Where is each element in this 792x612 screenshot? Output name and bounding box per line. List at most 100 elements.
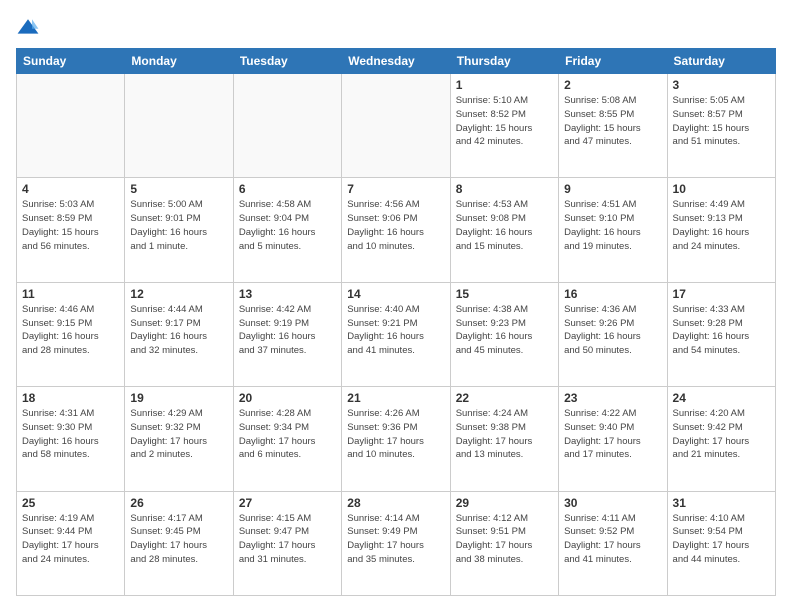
calendar-cell: 17Sunrise: 4:33 AM Sunset: 9:28 PM Dayli… bbox=[667, 282, 775, 386]
day-info: Sunrise: 4:10 AM Sunset: 9:54 PM Dayligh… bbox=[673, 512, 770, 567]
day-number: 18 bbox=[22, 391, 119, 405]
day-number: 11 bbox=[22, 287, 119, 301]
calendar-week-3: 18 Sunrise: 4:31 AM Sunset: 9:30 PM Dayli… bbox=[17, 387, 776, 491]
day-info: Sunrise: 4:46 AM Sunset: 9:15 PM Dayligh… bbox=[22, 303, 119, 358]
calendar-header-tuesday: Tuesday bbox=[233, 49, 341, 74]
day-number: 10 bbox=[673, 182, 770, 196]
calendar-cell: 26 Sunrise: 4:17 AM Sunset: 9:45 PM Dayli… bbox=[125, 491, 233, 595]
calendar-cell: 2 Sunrise: 5:08 AM Sunset: 8:55 PM Daylig… bbox=[559, 74, 667, 178]
calendar-cell bbox=[342, 74, 450, 178]
header bbox=[16, 16, 776, 40]
day-info: Sunrise: 4:51 AM Sunset: 9:10 PM Dayligh… bbox=[564, 198, 661, 253]
calendar-cell: 8 Sunrise: 4:53 AM Sunset: 9:08 PM Daylig… bbox=[450, 178, 558, 282]
calendar-week-1: 4Sunrise: 5:03 AM Sunset: 8:59 PM Daylig… bbox=[17, 178, 776, 282]
calendar-cell: 1 Sunrise: 5:10 AM Sunset: 8:52 PM Daylig… bbox=[450, 74, 558, 178]
calendar-cell: 30 Sunrise: 4:11 AM Sunset: 9:52 PM Dayli… bbox=[559, 491, 667, 595]
calendar-cell: 11 Sunrise: 4:46 AM Sunset: 9:15 PM Dayli… bbox=[17, 282, 125, 386]
calendar-cell bbox=[17, 74, 125, 178]
day-info: Sunrise: 4:56 AM Sunset: 9:06 PM Dayligh… bbox=[347, 198, 444, 253]
day-number: 3 bbox=[673, 78, 770, 92]
day-number: 9 bbox=[564, 182, 661, 196]
calendar-cell: 21 Sunrise: 4:26 AM Sunset: 9:36 PM Dayli… bbox=[342, 387, 450, 491]
day-info: Sunrise: 5:05 AM Sunset: 8:57 PM Dayligh… bbox=[673, 94, 770, 149]
day-number: 24 bbox=[673, 391, 770, 405]
day-number: 16 bbox=[564, 287, 661, 301]
day-number: 13 bbox=[239, 287, 336, 301]
day-info: Sunrise: 4:22 AM Sunset: 9:40 PM Dayligh… bbox=[564, 407, 661, 462]
day-number: 5 bbox=[130, 182, 227, 196]
calendar-cell: 10 Sunrise: 4:49 AM Sunset: 9:13 PM Dayli… bbox=[667, 178, 775, 282]
logo-icon bbox=[16, 16, 40, 40]
day-number: 8 bbox=[456, 182, 553, 196]
calendar-cell: 5 Sunrise: 5:00 AM Sunset: 9:01 PM Daylig… bbox=[125, 178, 233, 282]
day-number: 31 bbox=[673, 496, 770, 510]
day-info: Sunrise: 4:38 AM Sunset: 9:23 PM Dayligh… bbox=[456, 303, 553, 358]
calendar-header-row: SundayMondayTuesdayWednesdayThursdayFrid… bbox=[17, 49, 776, 74]
day-info: Sunrise: 4:53 AM Sunset: 9:08 PM Dayligh… bbox=[456, 198, 553, 253]
calendar-cell: 13 Sunrise: 4:42 AM Sunset: 9:19 PM Dayli… bbox=[233, 282, 341, 386]
calendar-cell: 25Sunrise: 4:19 AM Sunset: 9:44 PM Dayli… bbox=[17, 491, 125, 595]
calendar-cell: 16Sunrise: 4:36 AM Sunset: 9:26 PM Dayli… bbox=[559, 282, 667, 386]
day-number: 23 bbox=[564, 391, 661, 405]
calendar-cell: 29 Sunrise: 4:12 AM Sunset: 9:51 PM Dayli… bbox=[450, 491, 558, 595]
day-number: 25 bbox=[22, 496, 119, 510]
calendar-cell: 20 Sunrise: 4:28 AM Sunset: 9:34 PM Dayli… bbox=[233, 387, 341, 491]
calendar-cell: 6 Sunrise: 4:58 AM Sunset: 9:04 PM Daylig… bbox=[233, 178, 341, 282]
day-info: Sunrise: 4:49 AM Sunset: 9:13 PM Dayligh… bbox=[673, 198, 770, 253]
day-number: 28 bbox=[347, 496, 444, 510]
day-number: 26 bbox=[130, 496, 227, 510]
calendar-cell: 14Sunrise: 4:40 AM Sunset: 9:21 PM Dayli… bbox=[342, 282, 450, 386]
day-info: Sunrise: 4:20 AM Sunset: 9:42 PM Dayligh… bbox=[673, 407, 770, 462]
day-number: 2 bbox=[564, 78, 661, 92]
calendar-cell: 4Sunrise: 5:03 AM Sunset: 8:59 PM Daylig… bbox=[17, 178, 125, 282]
calendar-header-monday: Monday bbox=[125, 49, 233, 74]
calendar-header-friday: Friday bbox=[559, 49, 667, 74]
day-info: Sunrise: 4:26 AM Sunset: 9:36 PM Dayligh… bbox=[347, 407, 444, 462]
calendar-week-0: 1 Sunrise: 5:10 AM Sunset: 8:52 PM Daylig… bbox=[17, 74, 776, 178]
day-info: Sunrise: 4:14 AM Sunset: 9:49 PM Dayligh… bbox=[347, 512, 444, 567]
calendar-cell: 31 Sunrise: 4:10 AM Sunset: 9:54 PM Dayli… bbox=[667, 491, 775, 595]
day-number: 30 bbox=[564, 496, 661, 510]
calendar-cell: 3 Sunrise: 5:05 AM Sunset: 8:57 PM Daylig… bbox=[667, 74, 775, 178]
day-number: 21 bbox=[347, 391, 444, 405]
calendar-cell: 19 Sunrise: 4:29 AM Sunset: 9:32 PM Dayli… bbox=[125, 387, 233, 491]
day-info: Sunrise: 4:28 AM Sunset: 9:34 PM Dayligh… bbox=[239, 407, 336, 462]
day-info: Sunrise: 4:24 AM Sunset: 9:38 PM Dayligh… bbox=[456, 407, 553, 462]
day-number: 1 bbox=[456, 78, 553, 92]
calendar: SundayMondayTuesdayWednesdayThursdayFrid… bbox=[16, 48, 776, 596]
calendar-cell: 22Sunrise: 4:24 AM Sunset: 9:38 PM Dayli… bbox=[450, 387, 558, 491]
day-info: Sunrise: 4:31 AM Sunset: 9:30 PM Dayligh… bbox=[22, 407, 119, 462]
calendar-cell: 23 Sunrise: 4:22 AM Sunset: 9:40 PM Dayli… bbox=[559, 387, 667, 491]
calendar-cell: 15Sunrise: 4:38 AM Sunset: 9:23 PM Dayli… bbox=[450, 282, 558, 386]
day-info: Sunrise: 5:10 AM Sunset: 8:52 PM Dayligh… bbox=[456, 94, 553, 149]
calendar-cell: 18 Sunrise: 4:31 AM Sunset: 9:30 PM Dayli… bbox=[17, 387, 125, 491]
day-number: 27 bbox=[239, 496, 336, 510]
page: SundayMondayTuesdayWednesdayThursdayFrid… bbox=[0, 0, 792, 612]
day-number: 17 bbox=[673, 287, 770, 301]
calendar-cell: 27Sunrise: 4:15 AM Sunset: 9:47 PM Dayli… bbox=[233, 491, 341, 595]
day-number: 12 bbox=[130, 287, 227, 301]
day-number: 20 bbox=[239, 391, 336, 405]
day-number: 29 bbox=[456, 496, 553, 510]
logo bbox=[16, 16, 44, 40]
day-number: 19 bbox=[130, 391, 227, 405]
day-number: 4 bbox=[22, 182, 119, 196]
day-info: Sunrise: 4:29 AM Sunset: 9:32 PM Dayligh… bbox=[130, 407, 227, 462]
day-info: Sunrise: 4:11 AM Sunset: 9:52 PM Dayligh… bbox=[564, 512, 661, 567]
day-number: 6 bbox=[239, 182, 336, 196]
day-info: Sunrise: 5:08 AM Sunset: 8:55 PM Dayligh… bbox=[564, 94, 661, 149]
calendar-week-2: 11 Sunrise: 4:46 AM Sunset: 9:15 PM Dayli… bbox=[17, 282, 776, 386]
day-number: 14 bbox=[347, 287, 444, 301]
day-info: Sunrise: 4:58 AM Sunset: 9:04 PM Dayligh… bbox=[239, 198, 336, 253]
day-info: Sunrise: 4:44 AM Sunset: 9:17 PM Dayligh… bbox=[130, 303, 227, 358]
day-info: Sunrise: 4:42 AM Sunset: 9:19 PM Dayligh… bbox=[239, 303, 336, 358]
calendar-header-thursday: Thursday bbox=[450, 49, 558, 74]
calendar-cell: 28 Sunrise: 4:14 AM Sunset: 9:49 PM Dayli… bbox=[342, 491, 450, 595]
calendar-cell: 7Sunrise: 4:56 AM Sunset: 9:06 PM Daylig… bbox=[342, 178, 450, 282]
day-info: Sunrise: 4:12 AM Sunset: 9:51 PM Dayligh… bbox=[456, 512, 553, 567]
calendar-cell bbox=[125, 74, 233, 178]
day-info: Sunrise: 5:00 AM Sunset: 9:01 PM Dayligh… bbox=[130, 198, 227, 253]
day-info: Sunrise: 4:17 AM Sunset: 9:45 PM Dayligh… bbox=[130, 512, 227, 567]
calendar-header-wednesday: Wednesday bbox=[342, 49, 450, 74]
calendar-cell: 24 Sunrise: 4:20 AM Sunset: 9:42 PM Dayli… bbox=[667, 387, 775, 491]
